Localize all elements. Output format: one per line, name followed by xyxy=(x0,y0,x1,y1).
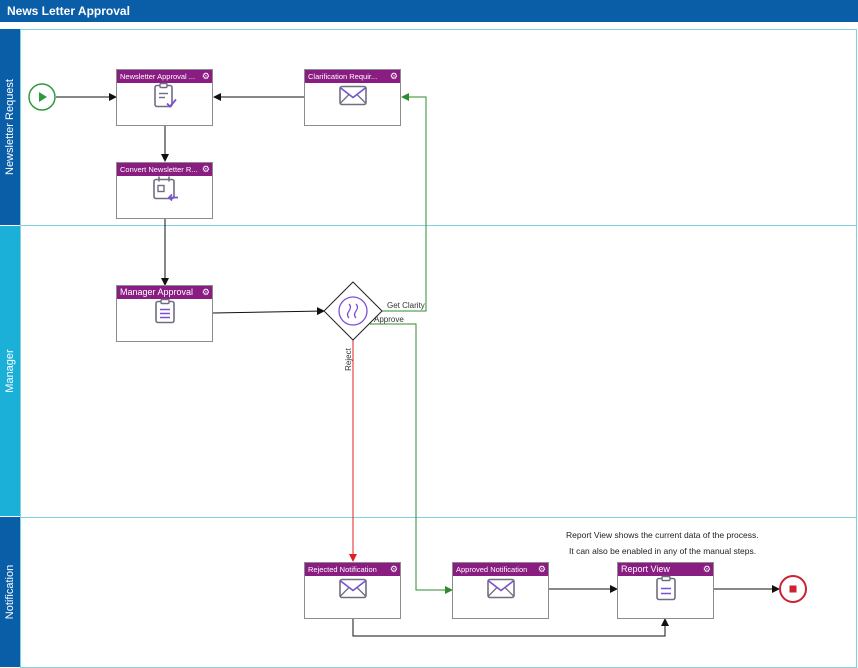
edge-label-reject: Reject xyxy=(343,348,353,371)
clipboard-icon xyxy=(651,574,681,609)
start-event[interactable] xyxy=(28,83,56,111)
task-title: Report View xyxy=(621,564,670,574)
task-convert-newsletter[interactable]: Convert Newsletter R... ⚙ xyxy=(116,162,213,219)
envelope-icon xyxy=(486,577,516,606)
gear-icon[interactable]: ⚙ xyxy=(202,163,210,176)
edge-label-approve: Approve xyxy=(374,315,404,324)
flow-approve xyxy=(370,323,453,594)
stop-icon xyxy=(789,585,797,593)
task-title: Approved Notification xyxy=(456,565,528,574)
task-rejected-notification[interactable]: Rejected Notification ⚙ xyxy=(304,562,401,619)
task-manager-approval[interactable]: Manager Approval ⚙ xyxy=(116,285,213,342)
gear-icon[interactable]: ⚙ xyxy=(390,563,398,576)
task-approved-notification[interactable]: Approved Notification ⚙ xyxy=(452,562,549,619)
edge-label-get-clarity: Get Clarity xyxy=(387,301,425,310)
flow-rejected-to-report-view xyxy=(352,618,669,637)
task-newsletter-approval[interactable]: Newsletter Approval ... ⚙ xyxy=(116,69,213,126)
gear-icon[interactable]: ⚙ xyxy=(703,563,711,576)
calendar-import-icon xyxy=(150,174,180,209)
flow-manager-approval-to-gateway xyxy=(212,307,325,316)
annotation-line-1: Report View shows the current data of th… xyxy=(566,530,759,540)
clipboard-icon xyxy=(150,297,180,332)
gear-icon[interactable]: ⚙ xyxy=(390,70,398,83)
task-clarification-required[interactable]: Clarification Requir... ⚙ xyxy=(304,69,401,126)
exclusive-gateway[interactable] xyxy=(323,281,383,341)
envelope-icon xyxy=(338,577,368,606)
gear-icon[interactable]: ⚙ xyxy=(538,563,546,576)
task-report-view[interactable]: Report View ⚙ xyxy=(617,562,714,619)
envelope-icon xyxy=(338,84,368,113)
task-title: Manager Approval xyxy=(120,287,194,297)
gear-icon[interactable]: ⚙ xyxy=(202,286,210,299)
flow-get-clarity xyxy=(376,93,427,312)
annotation-line-2: It can also be enabled in any of the man… xyxy=(569,546,757,556)
task-title: Clarification Requir... xyxy=(308,72,378,81)
task-title: Rejected Notification xyxy=(308,565,377,574)
gear-icon[interactable]: ⚙ xyxy=(202,70,210,83)
end-event[interactable] xyxy=(779,575,807,603)
clipboard-check-icon xyxy=(150,81,180,116)
